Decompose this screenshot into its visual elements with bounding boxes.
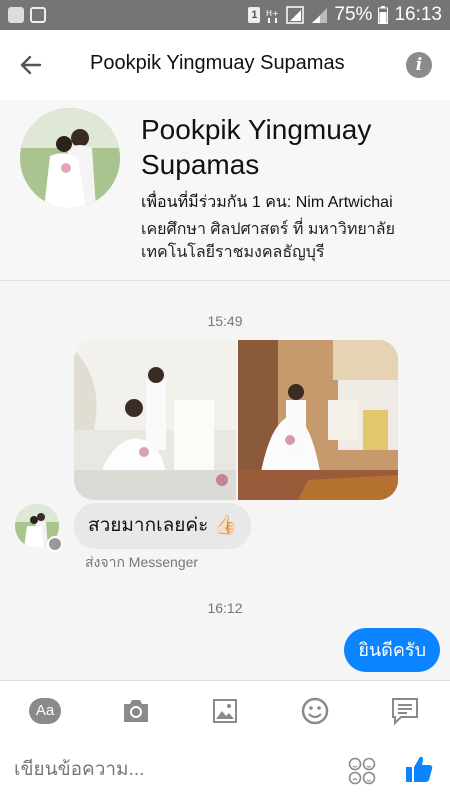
conversation-header: Pookpik Yingmuay Supamas i [0,30,450,100]
timestamp: 16:12 [207,600,243,616]
shared-photo-1[interactable] [74,340,236,500]
education-info: เคยศึกษา ศิลปศาสตร์ ที่ มหาวิทยาลัยเทคโน… [141,221,395,261]
sim-icon: 1 [248,7,261,23]
profile-avatar[interactable] [20,108,120,208]
battery-text: 75% [334,4,373,25]
aa-text-button[interactable]: Aa [29,698,61,724]
data-icon: H+ [266,9,279,23]
composer-toolbar: Aa [0,680,450,741]
status-bar: 1 H+ 75% 16:13 [0,0,450,30]
message-input[interactable] [14,752,314,788]
info-icon[interactable]: i [406,52,432,78]
outgoing-message-bubble[interactable]: ยินดีครับ [344,628,440,672]
wedding-photo-icon [20,108,120,208]
composer [0,740,450,800]
profile-card: Pookpik Yingmuay Supamas เพื่อนที่มีร่วม… [0,100,450,281]
sent-via-label: ส่งจาก Messenger [85,554,199,570]
emoji-icon[interactable] [299,697,331,725]
gallery-icon[interactable] [209,697,241,725]
photo-image [238,340,398,500]
clock: 16:13 [394,4,442,25]
line-app-icon [8,7,24,23]
header-title: Pookpik Yingmuay Supamas [90,52,345,74]
signal-2-icon [312,8,328,23]
back-arrow-icon[interactable] [18,52,44,78]
photo-image [74,340,236,500]
mutual-friends: เพื่อนที่มีร่วมกัน 1 คน: Nim Artwichai [141,194,393,211]
message-template-icon[interactable] [389,697,421,725]
battery-icon [378,6,389,24]
signal-icon [286,6,305,24]
profile-name: Pookpik Yingmuay Supamas [141,114,372,180]
gallery-notification-icon [30,7,46,23]
camera-icon[interactable] [120,697,152,725]
incoming-message-bubble[interactable]: สวยมากเลยค่ะ 👍🏻 [74,503,252,549]
sticker-icon[interactable] [348,757,376,785]
shared-photo-2[interactable] [238,340,398,500]
status-indicators: 1 H+ 75% 16:13 [248,3,442,27]
timestamp: 15:49 [207,313,243,329]
thumbs-up-icon[interactable] [404,754,434,784]
svg-text:H+: H+ [266,9,279,18]
messenger-badge-icon [47,536,63,552]
